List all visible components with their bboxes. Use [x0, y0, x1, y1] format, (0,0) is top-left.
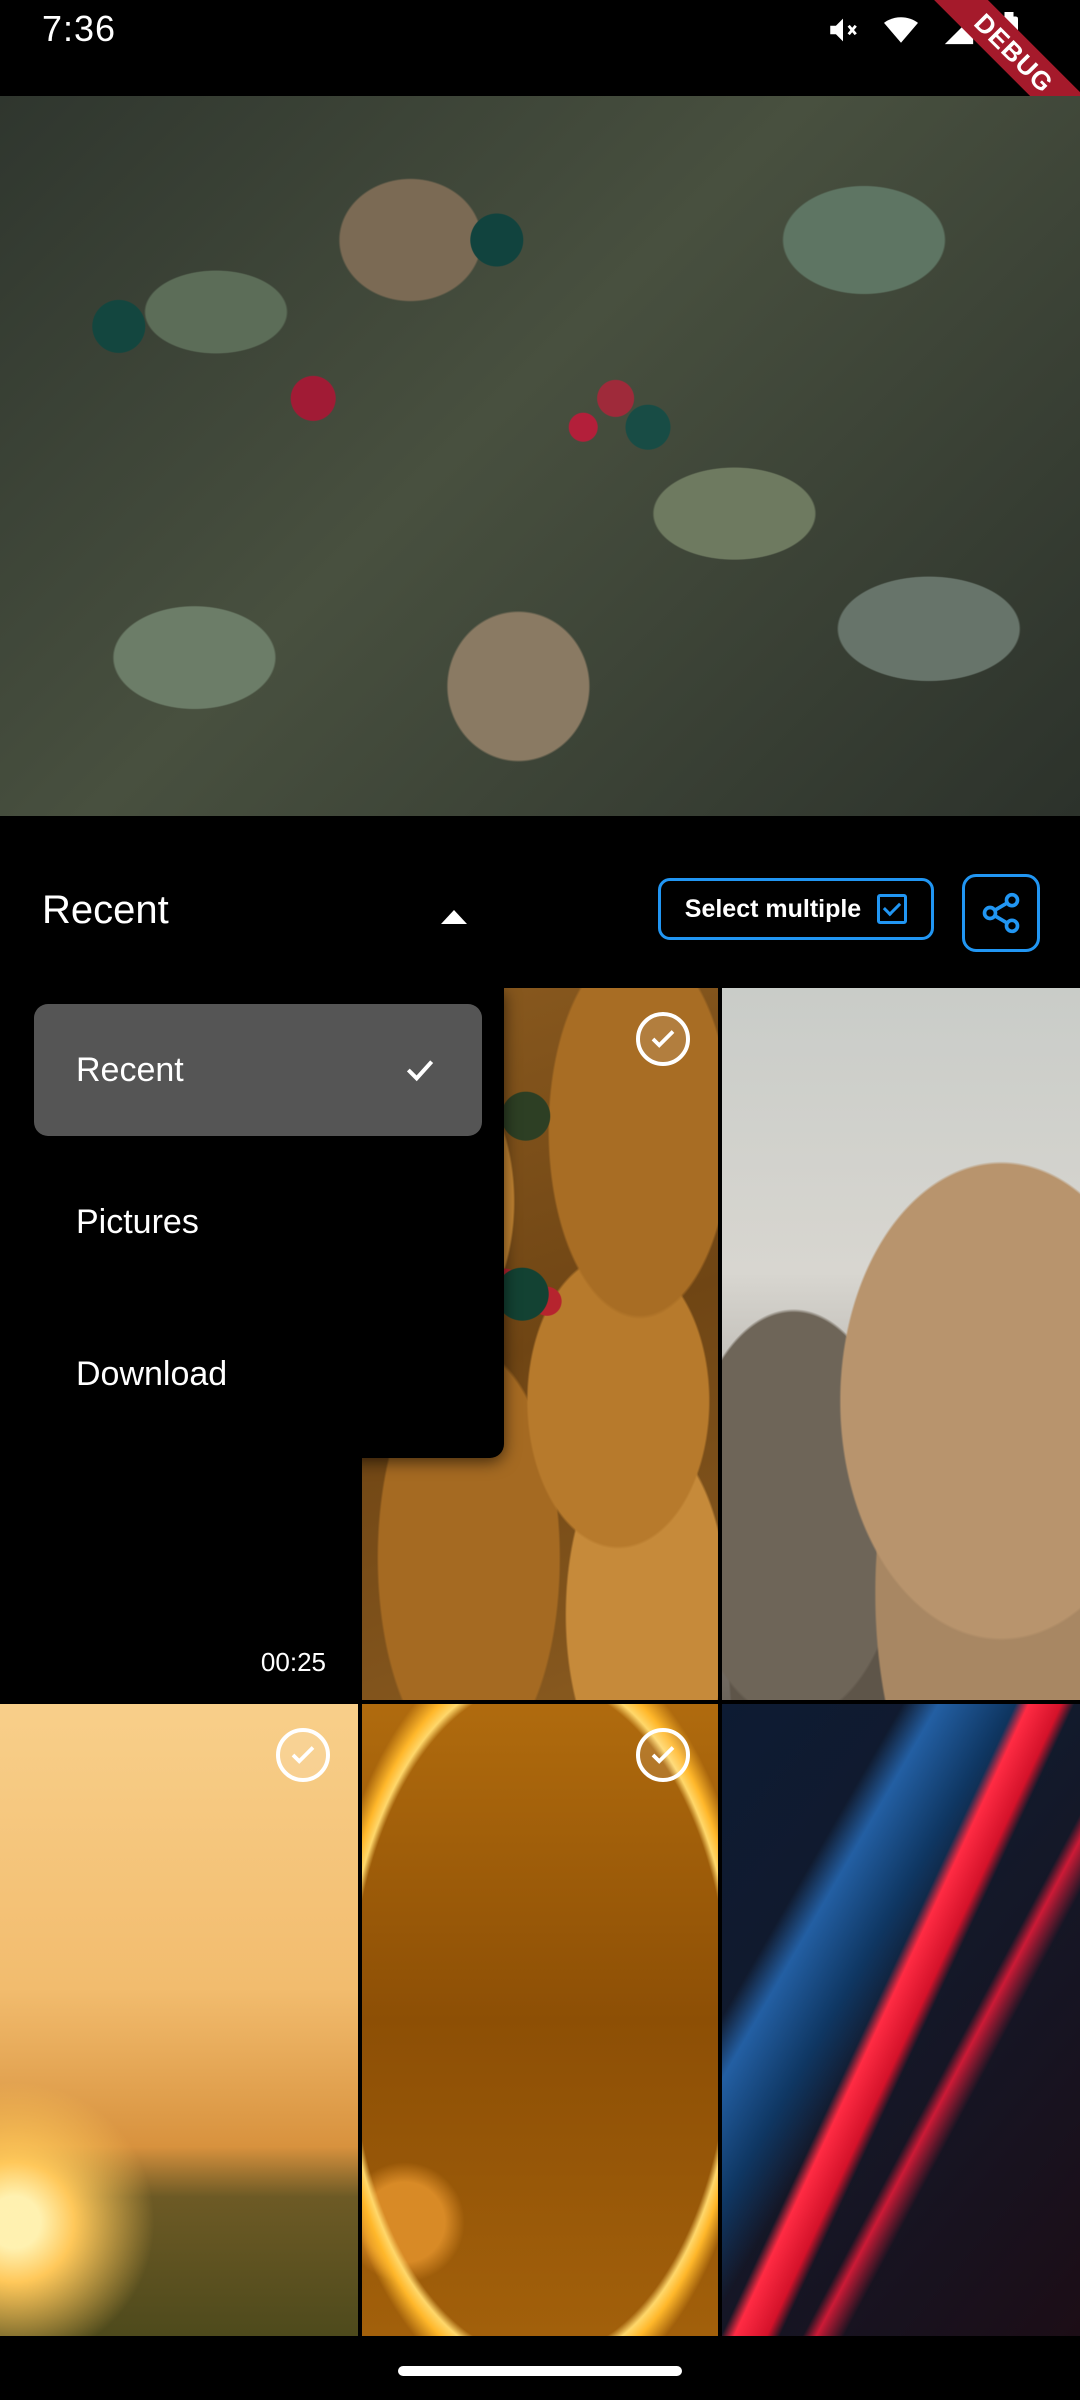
menu-item-pictures[interactable]: Pictures [34, 1156, 482, 1288]
video-duration: 00:25 [260, 1647, 326, 1677]
grid-tile-cliff[interactable] [722, 988, 1080, 1700]
menu-item-label: Pictures [76, 1202, 199, 1241]
share-button[interactable] [962, 874, 1040, 952]
selected-check-icon[interactable] [636, 1012, 690, 1066]
status-time: 7:36 [42, 8, 117, 49]
check-icon [406, 1060, 434, 1082]
checkbox-icon [877, 894, 908, 924]
menu-item-label: Download [76, 1354, 228, 1393]
menu-item-label: Recent [76, 1050, 184, 1089]
selected-check-icon[interactable] [636, 1728, 690, 1782]
select-multiple-button[interactable]: Select multiple [658, 878, 934, 940]
grid-tile-sunset[interactable] [0, 1704, 358, 2336]
wifi-icon [882, 13, 920, 52]
menu-item-download[interactable]: Download [34, 1308, 482, 1440]
select-multiple-label: Select multiple [684, 894, 862, 923]
menu-item-recent[interactable]: Recent [34, 1004, 482, 1136]
caret-up-icon[interactable] [441, 910, 467, 924]
share-icon [982, 892, 1020, 934]
album-dropdown-menu: Recent Pictures Download [0, 988, 504, 1458]
selected-image-preview [0, 96, 1080, 816]
selected-check-icon[interactable] [276, 1728, 330, 1782]
mute-icon [826, 13, 860, 52]
grid-tile-abstract[interactable] [722, 1704, 1080, 2336]
home-indicator[interactable] [398, 2366, 682, 2376]
status-bar: 7:36 DEBUG [0, 0, 1080, 159]
grid-tile-golden-ring[interactable] [362, 1704, 718, 2336]
album-dropdown-button[interactable]: Recent [42, 888, 169, 933]
